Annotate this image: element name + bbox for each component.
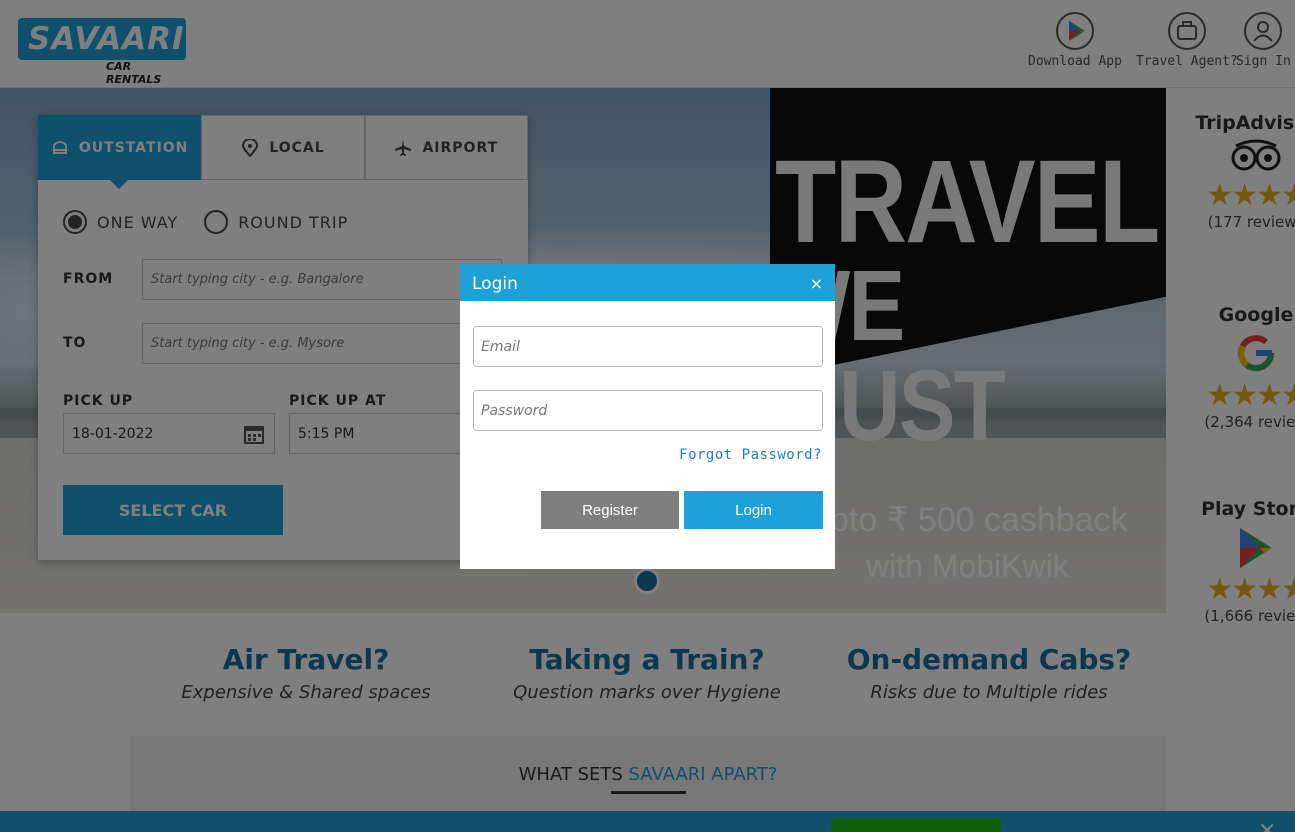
login-button[interactable]: Login (684, 491, 823, 529)
close-icon[interactable]: × (810, 274, 823, 293)
password-field[interactable] (473, 390, 823, 431)
register-button[interactable]: Register (541, 491, 679, 529)
forgot-password-link[interactable]: Forgot Password? (679, 447, 822, 463)
modal-title: Login (472, 274, 518, 294)
email-field[interactable] (473, 326, 823, 367)
login-modal: Login × Forgot Password? Register Login (460, 264, 835, 569)
modal-header: Login × (460, 264, 835, 301)
